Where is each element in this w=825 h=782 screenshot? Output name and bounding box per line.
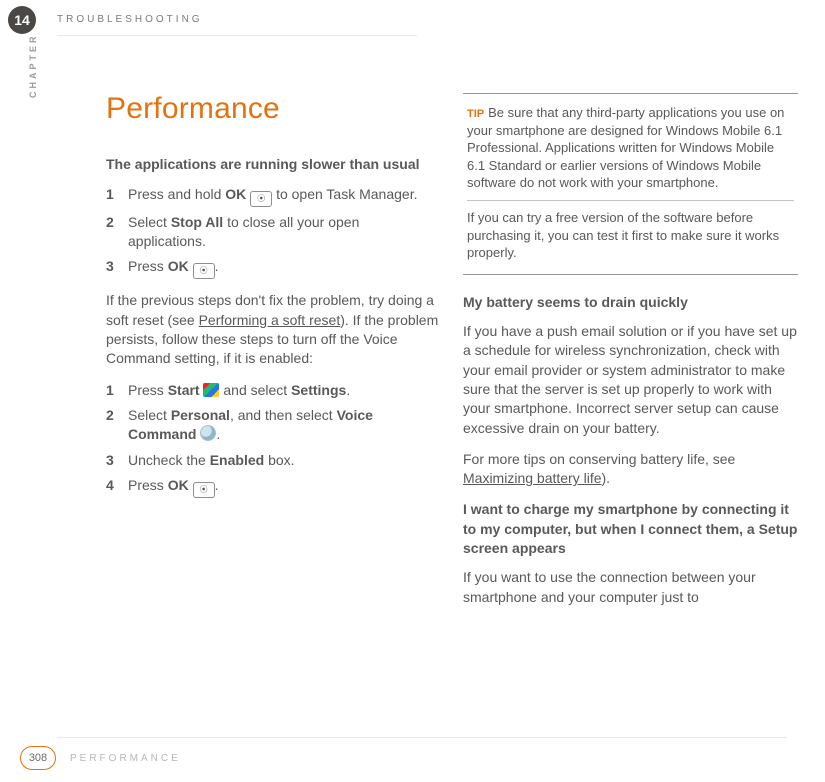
text: . <box>215 477 219 493</box>
step-number: 1 <box>106 185 128 207</box>
subhead-slow-apps: The applications are running slower than… <box>106 155 441 174</box>
step-text: Select Stop All to close all your open a… <box>128 213 441 252</box>
paragraph-charge: If you want to use the connection betwee… <box>463 568 798 607</box>
text: ). <box>602 470 611 486</box>
step-text: Press and hold OK ⦿ to open Task Manager… <box>128 185 441 207</box>
subhead-battery: My battery seems to drain quickly <box>463 293 798 312</box>
text: Press <box>128 477 168 493</box>
text: and select <box>219 382 291 398</box>
step-text: Select Personal, and then select Voice C… <box>128 406 441 445</box>
bold: OK <box>225 186 246 202</box>
steps-list-b: 1 Press Start and select Settings. 2 Sel… <box>106 381 441 498</box>
voice-command-icon <box>200 425 216 441</box>
windows-start-icon <box>203 383 219 397</box>
chapter-number-badge: 14 <box>8 6 36 34</box>
bold: Enabled <box>210 452 264 468</box>
text: Press <box>128 258 168 274</box>
text: , and then select <box>230 407 337 423</box>
link-max-battery[interactable]: Maximizing battery life <box>463 470 602 486</box>
step-number: 1 <box>106 381 128 400</box>
footer: 308 PERFORMANCE <box>0 746 825 770</box>
text: Select <box>128 214 171 230</box>
step-number: 2 <box>106 406 128 445</box>
list-item: 2 Select Personal, and then select Voice… <box>106 406 441 445</box>
bold: OK <box>168 477 189 493</box>
paragraph-battery: If you have a push email solution or if … <box>463 322 798 438</box>
step-text: Press Start and select Settings. <box>128 381 441 400</box>
text: box. <box>264 452 294 468</box>
list-item: 4 Press OK ⦿. <box>106 476 441 498</box>
section-title: Performance <box>106 88 441 129</box>
text: Uncheck the <box>128 452 210 468</box>
steps-list-a: 1 Press and hold OK ⦿ to open Task Manag… <box>106 185 441 280</box>
tip-paragraph-1: TIPBe sure that any third-party applicat… <box>467 104 794 192</box>
left-column: Performance The applications are running… <box>106 63 441 510</box>
list-item: 3 Press OK ⦿. <box>106 257 441 279</box>
bold: Settings <box>291 382 346 398</box>
tip-divider <box>467 200 794 201</box>
paragraph-mid: If the previous steps don't fix the prob… <box>106 291 441 368</box>
link-soft-reset[interactable]: Performing a soft reset <box>199 312 341 328</box>
step-text: Press OK ⦿. <box>128 257 441 279</box>
list-item: 1 Press and hold OK ⦿ to open Task Manag… <box>106 185 441 207</box>
footer-section-label: PERFORMANCE <box>70 753 181 764</box>
bold: Personal <box>171 407 230 423</box>
list-item: 3 Uncheck the Enabled box. <box>106 451 441 470</box>
step-number: 3 <box>106 451 128 470</box>
subhead-charge: I want to charge my smartphone by connec… <box>463 500 798 558</box>
text: For more tips on conserving battery life… <box>463 451 735 467</box>
ok-button-icon: ⦿ <box>250 191 272 207</box>
step-text: Uncheck the Enabled box. <box>128 451 441 470</box>
breadcrumb: TROUBLESHOOTING <box>57 14 203 25</box>
tip-box: TIPBe sure that any third-party applicat… <box>463 93 798 275</box>
chapter-side-label: CHAPTER <box>28 33 38 98</box>
text: . <box>216 426 220 442</box>
step-number: 4 <box>106 476 128 498</box>
text: Press <box>128 382 168 398</box>
step-text: Press OK ⦿. <box>128 476 441 498</box>
page-number-badge: 308 <box>20 746 56 770</box>
list-item: 2 Select Stop All to close all your open… <box>106 213 441 252</box>
bold: Start <box>168 382 200 398</box>
text: Be sure that any third-party application… <box>467 105 784 190</box>
bold: Stop All <box>171 214 223 230</box>
text: Select <box>128 407 171 423</box>
text: . <box>215 258 219 274</box>
bold: OK <box>168 258 189 274</box>
ok-button-icon: ⦿ <box>193 263 215 279</box>
list-item: 1 Press Start and select Settings. <box>106 381 441 400</box>
right-column: TIPBe sure that any third-party applicat… <box>463 63 798 619</box>
step-number: 2 <box>106 213 128 252</box>
tip-paragraph-2: If you can try a free version of the sof… <box>467 209 794 262</box>
paragraph-battery-link: For more tips on conserving battery life… <box>463 450 798 489</box>
header-divider <box>57 35 417 36</box>
tip-label: TIP <box>467 108 484 120</box>
ok-button-icon: ⦿ <box>193 482 215 498</box>
text: Press and hold <box>128 186 225 202</box>
text: to open Task Manager. <box>272 186 417 202</box>
step-number: 3 <box>106 257 128 279</box>
footer-divider <box>57 737 787 738</box>
text: . <box>346 382 350 398</box>
